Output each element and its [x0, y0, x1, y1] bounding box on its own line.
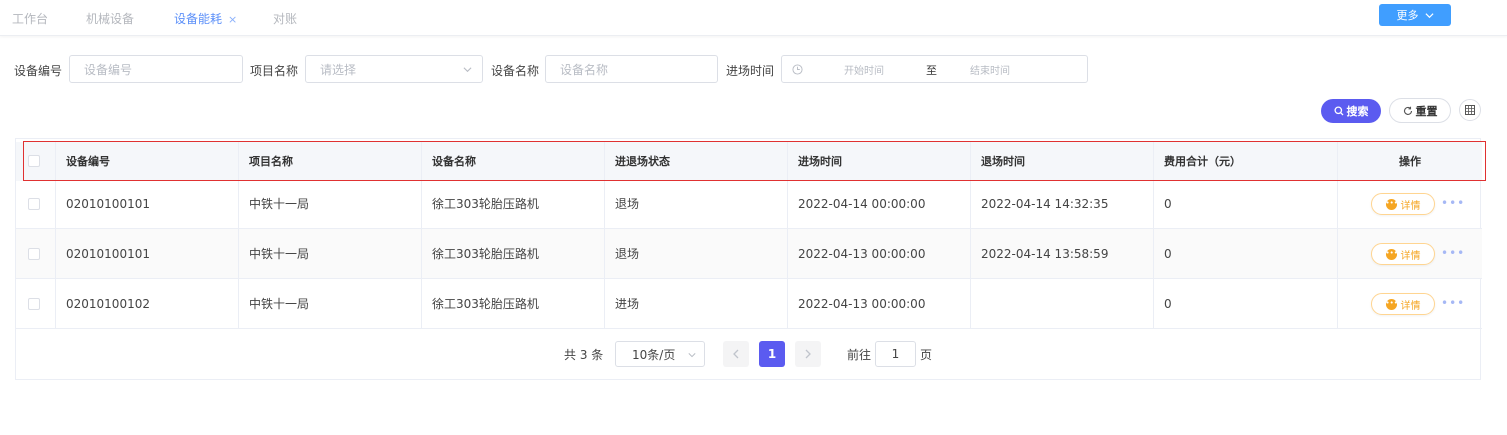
page-size-select[interactable]: 10条/页 — [615, 341, 705, 367]
tab-energy-label: 设备能耗 — [174, 12, 223, 26]
cell-device-no: 02010100102 — [56, 279, 239, 329]
detail-button[interactable]: ••• 详情 — [1371, 193, 1435, 215]
detail-button-label: 详情 — [1400, 300, 1421, 312]
header-actions: 操作 — [1399, 155, 1421, 168]
chevron-right-icon — [805, 349, 811, 359]
device-name-placeholder: 设备名称 — [560, 62, 609, 77]
project-placeholder: 请选择 — [320, 62, 357, 77]
more-button[interactable]: 更多 — [1379, 4, 1451, 26]
header-select-cell — [16, 142, 56, 181]
header-device-no[interactable]: 设备编号 — [56, 142, 239, 181]
tab-machinery[interactable]: 机械设备 — [86, 10, 134, 27]
cell-device-no: 02010100101 — [56, 229, 239, 279]
detail-button-label: 详情 — [1400, 250, 1421, 262]
detail-button[interactable]: ••• 详情 — [1371, 243, 1435, 265]
chevron-down-icon — [688, 353, 696, 358]
row-select-cell — [16, 279, 56, 329]
header-entry-time[interactable]: 进场时间 — [788, 142, 971, 181]
header-exit-time[interactable]: 退场时间 — [971, 142, 1154, 181]
more-circle-icon: ••• — [1385, 298, 1398, 310]
tab-bar: 工作台 机械设备 设备能耗 × 对账 更多 — [0, 0, 1507, 36]
device-name-label: 设备名称 — [491, 64, 540, 78]
header-project[interactable]: 项目名称 — [239, 142, 422, 181]
cell-device-name: 徐工303轮胎压路机 — [422, 179, 605, 229]
grid-icon — [1465, 105, 1475, 115]
cell-cost: 0 — [1154, 229, 1338, 279]
cell-device-no: 02010100101 — [56, 179, 239, 229]
cell-status: 进场 — [605, 279, 788, 329]
cell-exit-time: 2022-04-14 13:58:59 — [971, 229, 1154, 279]
refresh-icon — [1403, 106, 1412, 115]
row-checkbox[interactable] — [28, 198, 40, 210]
detail-button-label: 详情 — [1400, 200, 1421, 212]
device-name-input[interactable]: 设备名称 — [545, 55, 718, 83]
header-cost[interactable]: 费用合计（元） — [1154, 142, 1338, 181]
detail-button[interactable]: ••• 详情 — [1371, 293, 1435, 315]
end-time-placeholder: 结束时间 — [970, 66, 1010, 77]
project-select[interactable]: 请选择 — [305, 55, 483, 83]
close-icon[interactable]: × — [228, 13, 237, 26]
page-suffix: 页 — [920, 348, 933, 362]
reset-button[interactable]: 重置 — [1389, 98, 1451, 123]
more-actions-icon[interactable]: ••• — [1441, 246, 1465, 260]
device-no-label: 设备编号 — [14, 64, 63, 78]
row-select-cell — [16, 179, 56, 229]
range-separator: 至 — [926, 64, 937, 77]
tab-workbench[interactable]: 工作台 — [12, 10, 48, 27]
row-select-cell — [16, 229, 56, 279]
header-status[interactable]: 进退场状态 — [605, 142, 788, 181]
page-size-value: 10条/页 — [632, 347, 676, 362]
search-button[interactable]: 搜索 — [1321, 99, 1381, 123]
reset-button-label: 重置 — [1415, 104, 1438, 118]
cell-status: 退场 — [605, 229, 788, 279]
cell-project: 中铁十一局 — [239, 179, 422, 229]
cell-device-name: 徐工303轮胎压路机 — [422, 279, 605, 329]
goto-page-input[interactable]: 1 — [875, 341, 916, 367]
cell-project: 中铁十一局 — [239, 279, 422, 329]
search-button-label: 搜索 — [1346, 105, 1369, 118]
pagination-total: 共 3 条 — [564, 348, 604, 362]
device-no-placeholder: 设备编号 — [84, 62, 133, 77]
column-settings-button[interactable] — [1459, 99, 1481, 121]
header-device-name[interactable]: 设备名称 — [422, 142, 605, 181]
next-page-button[interactable] — [795, 341, 821, 367]
project-label: 项目名称 — [250, 64, 299, 78]
select-all-checkbox[interactable] — [28, 155, 40, 167]
more-circle-icon: ••• — [1385, 198, 1398, 210]
cell-device-name: 徐工303轮胎压路机 — [422, 229, 605, 279]
tab-energy[interactable]: 设备能耗 × — [174, 10, 237, 27]
page-1-button[interactable]: 1 — [759, 341, 785, 367]
entry-time-range[interactable]: 开始时间 至 结束时间 — [781, 55, 1088, 83]
cell-entry-time: 2022-04-14 00:00:00 — [788, 179, 971, 229]
cell-status: 退场 — [605, 179, 788, 229]
cell-exit-time: 2022-04-14 14:32:35 — [971, 179, 1154, 229]
table-row: 02010100101 中铁十一局 徐工303轮胎压路机 退场 2022-04-… — [16, 229, 1482, 279]
prev-page-button[interactable] — [723, 341, 749, 367]
table-header: 设备编号 项目名称 设备名称 进退场状态 进场时间 退场时间 费用合计（元） 操… — [16, 142, 1482, 181]
table-row: 02010100101 中铁十一局 徐工303轮胎压路机 退场 2022-04-… — [16, 179, 1482, 229]
more-actions-icon[interactable]: ••• — [1441, 196, 1465, 210]
entry-time-label: 进场时间 — [726, 64, 775, 78]
device-no-input[interactable]: 设备编号 — [69, 55, 243, 83]
row-checkbox[interactable] — [28, 298, 40, 310]
more-circle-icon: ••• — [1385, 248, 1398, 260]
row-checkbox[interactable] — [28, 248, 40, 260]
cell-project: 中铁十一局 — [239, 229, 422, 279]
table-row: 02010100102 中铁十一局 徐工303轮胎压路机 进场 2022-04-… — [16, 279, 1482, 329]
start-time-placeholder: 开始时间 — [844, 66, 884, 77]
chevron-down-icon — [1424, 12, 1434, 18]
search-icon — [1333, 106, 1343, 116]
chevron-down-icon — [463, 67, 472, 73]
cell-exit-time — [971, 279, 1154, 329]
tab-reconciliation[interactable]: 对账 — [273, 10, 297, 27]
more-button-label: 更多 — [1396, 9, 1419, 22]
goto-label: 前往 — [847, 348, 872, 362]
chevron-left-icon — [733, 349, 739, 359]
cell-cost: 0 — [1154, 179, 1338, 229]
cell-entry-time: 2022-04-13 00:00:00 — [788, 229, 971, 279]
clock-icon — [792, 64, 803, 75]
cell-entry-time: 2022-04-13 00:00:00 — [788, 279, 971, 329]
cell-cost: 0 — [1154, 279, 1338, 329]
more-actions-icon[interactable]: ••• — [1441, 296, 1465, 310]
